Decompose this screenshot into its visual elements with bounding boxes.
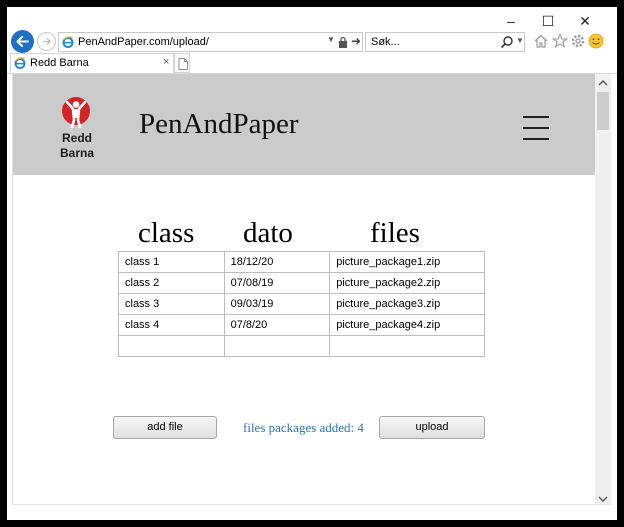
column-header-class: class bbox=[138, 217, 195, 249]
browser-window: – ☐ ✕ PenAndPaper.com/upload/ ▼ ➜ Søk... bbox=[7, 7, 617, 520]
chevron-down-icon[interactable]: ▼ bbox=[327, 35, 335, 44]
chevron-down-icon[interactable]: ▼ bbox=[516, 36, 524, 45]
ie-icon bbox=[14, 57, 26, 69]
forward-button[interactable] bbox=[37, 32, 56, 51]
files-table: class 1 18/12/20 picture_package1.zip cl… bbox=[118, 251, 485, 357]
tab-title: Redd Barna bbox=[30, 57, 89, 69]
page-viewport: Redd Barna PenAndPaper class dato files … bbox=[12, 74, 595, 504]
class-cell: class 3 bbox=[118, 293, 225, 315]
date-cell: 18/12/20 bbox=[223, 251, 331, 273]
date-cell: 07/8/20 bbox=[223, 314, 331, 336]
gear-icon[interactable] bbox=[570, 33, 586, 49]
minimize-button[interactable]: – bbox=[499, 13, 523, 29]
arrow-left-icon bbox=[16, 36, 29, 47]
hamburger-menu-icon[interactable] bbox=[523, 116, 549, 140]
smiley-icon[interactable] bbox=[588, 33, 604, 49]
class-cell: class 1 bbox=[118, 251, 225, 273]
home-icon[interactable] bbox=[533, 33, 549, 49]
star-icon[interactable] bbox=[552, 33, 568, 49]
close-tab-icon[interactable]: × bbox=[163, 56, 169, 68]
new-tab-icon bbox=[178, 58, 188, 70]
ie-icon bbox=[62, 36, 74, 48]
date-cell: 09/03/19 bbox=[223, 293, 331, 315]
logo-text: Redd bbox=[62, 131, 92, 145]
file-cell: picture_package2.zip bbox=[329, 272, 485, 294]
logo-text: Barna bbox=[59, 146, 94, 160]
packages-added-status: files packages added: 4 bbox=[243, 420, 364, 435]
column-header-files: files bbox=[370, 217, 420, 249]
back-button[interactable] bbox=[11, 30, 34, 53]
table-row[interactable]: class 3 09/03/19 picture_package3.zip bbox=[118, 293, 485, 315]
address-bar[interactable]: PenAndPaper.com/upload/ ▼ ➜ bbox=[58, 32, 363, 52]
add-file-button[interactable]: add file bbox=[113, 416, 217, 439]
lock-icon bbox=[339, 36, 347, 48]
close-window-button[interactable]: ✕ bbox=[573, 13, 597, 29]
search-input[interactable]: Søk... bbox=[371, 36, 400, 48]
column-header-dato: dato bbox=[243, 217, 293, 249]
site-title: PenAndPaper bbox=[139, 108, 299, 140]
upload-button[interactable]: upload bbox=[379, 416, 485, 439]
screenshot-frame: – ☐ ✕ PenAndPaper.com/upload/ ▼ ➜ Søk... bbox=[0, 0, 624, 527]
maximize-button[interactable]: ☐ bbox=[536, 13, 560, 29]
redd-barna-logo-icon bbox=[62, 97, 90, 129]
search-box[interactable]: Søk... ▼ bbox=[365, 32, 525, 52]
file-cell: picture_package4.zip bbox=[329, 314, 485, 336]
file-cell: picture_package3.zip bbox=[329, 293, 485, 315]
arrow-right-icon bbox=[43, 38, 51, 45]
tab-redd-barna[interactable]: Redd Barna × bbox=[10, 53, 174, 73]
file-cell bbox=[329, 335, 485, 357]
search-icon[interactable] bbox=[500, 35, 514, 49]
table-row-empty[interactable] bbox=[118, 335, 485, 357]
class-cell: class 2 bbox=[118, 272, 225, 294]
bottom-divider bbox=[12, 504, 611, 505]
table-row[interactable]: class 1 18/12/20 picture_package1.zip bbox=[118, 251, 485, 273]
new-tab-button[interactable] bbox=[174, 53, 190, 73]
file-cell: picture_package1.zip bbox=[329, 251, 485, 273]
table-row[interactable]: class 4 07/8/20 picture_package4.zip bbox=[118, 314, 485, 336]
class-cell bbox=[118, 335, 225, 357]
scroll-thumb[interactable] bbox=[597, 92, 609, 130]
table-row[interactable]: class 2 07/08/19 picture_package2.zip bbox=[118, 272, 485, 294]
go-arrow-icon[interactable]: ➜ bbox=[351, 34, 361, 48]
site-header: Redd Barna PenAndPaper bbox=[13, 74, 595, 175]
logo[interactable]: Redd Barna bbox=[53, 96, 101, 164]
vertical-scrollbar[interactable] bbox=[595, 74, 611, 504]
date-cell bbox=[223, 335, 331, 357]
scroll-up-icon[interactable] bbox=[598, 78, 608, 88]
address-text[interactable]: PenAndPaper.com/upload/ bbox=[78, 36, 209, 48]
date-cell: 07/08/19 bbox=[223, 272, 331, 294]
class-cell: class 4 bbox=[118, 314, 225, 336]
scroll-down-icon[interactable] bbox=[598, 494, 608, 504]
